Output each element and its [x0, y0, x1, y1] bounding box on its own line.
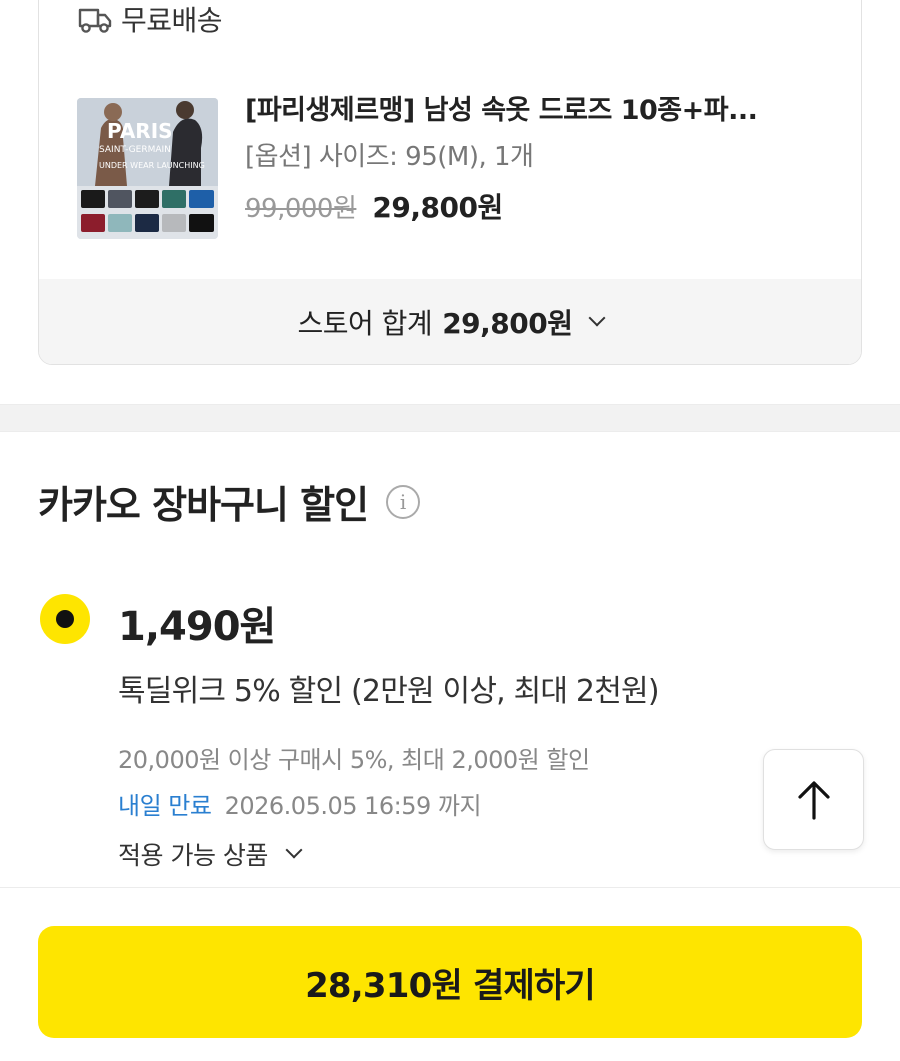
section-divider [0, 404, 900, 432]
coupon-name: 톡딜위크 5% 할인 (2만원 이상, 최대 2천원) [118, 674, 660, 709]
bottom-divider [0, 887, 900, 888]
chevron-down-icon [285, 841, 303, 859]
truck-icon [78, 8, 112, 33]
product-image: PARIS SAINT-GERMAIN UNDER WEAR LAUNCHING [77, 98, 218, 239]
arrow-up-icon [797, 780, 830, 820]
coupon-amount: 1,490원 [118, 604, 276, 650]
product-image-brand: PARIS [107, 119, 173, 143]
info-icon[interactable]: i [386, 484, 421, 519]
shipping-row: 무료배송 [77, 0, 223, 39]
price-row: 99,000원 29,800원 [245, 186, 503, 226]
expire-badge: 내일 만료 [118, 792, 212, 820]
product-item[interactable]: PARIS SAINT-GERMAIN UNDER WEAR LAUNCHING [77, 95, 837, 239]
coupon-radio[interactable] [40, 594, 90, 644]
product-title[interactable]: [파리생제르맹] 남성 속옷 드로즈 10종+파... [245, 88, 845, 127]
store-card: 무료배송 PARIS SAINT-GERMAIN UNDER WEAR LAUN… [38, 0, 862, 365]
store-total-toggle[interactable]: 스토어 합계 29,800원 [39, 279, 861, 364]
product-image-sub: SAINT-GERMAIN [99, 145, 171, 155]
coupon-condition: 20,000원 이상 구매시 5%, 최대 2,000원 할인 [118, 746, 590, 774]
store-total-amount: 29,800원 [442, 306, 573, 340]
radio-selected-dot [56, 610, 74, 628]
original-price: 99,000원 [245, 194, 357, 224]
product-option: [옵션] 사이즈: 95(M), 1개 [245, 142, 534, 172]
discount-section-title: 카카오 장바구니 할인 [38, 483, 369, 527]
store-total-label: 스토어 합계 [297, 306, 433, 340]
applicable-products-label: 적용 가능 상품 [118, 841, 268, 870]
discount-section-header: 카카오 장바구니 할인 i [38, 474, 421, 529]
expire-date: 2026.05.05 16:59 까지 [224, 792, 482, 820]
applicable-products-toggle[interactable]: 적용 가능 상품 [118, 836, 303, 872]
scroll-to-top-button[interactable] [763, 749, 864, 850]
product-thumbnail[interactable]: PARIS SAINT-GERMAIN UNDER WEAR LAUNCHING [77, 98, 218, 239]
coupon-expiry: 내일 만료 2026.05.05 16:59 까지 [118, 786, 482, 821]
sale-price: 29,800원 [372, 191, 503, 224]
chevron-down-icon [588, 309, 605, 326]
shipping-label: 무료배송 [121, 4, 223, 37]
product-image-tag: UNDER WEAR LAUNCHING [99, 161, 205, 170]
pay-button[interactable]: 28,310원 결제하기 [38, 926, 862, 1038]
